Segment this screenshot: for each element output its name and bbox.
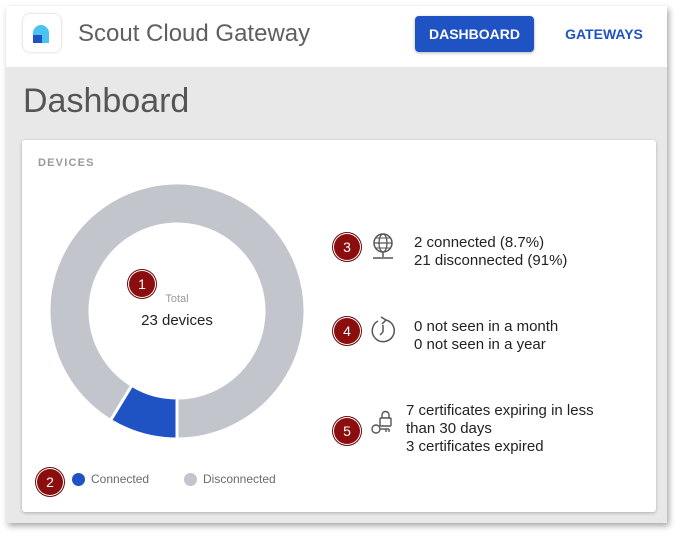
globe-network-icon bbox=[373, 233, 393, 259]
callout-marker-4: 4 bbox=[334, 318, 360, 344]
certs-expiring-line2: than 30 days bbox=[406, 420, 492, 437]
devices-card: DEVICES Total 23 devices 1 Connected Dis… bbox=[22, 140, 656, 512]
callout-marker-1: 1 bbox=[129, 271, 155, 297]
connected-count: 2 connected (8.7%) bbox=[414, 234, 545, 251]
callout-marker-2: 2 bbox=[37, 469, 63, 495]
page-title: Dashboard bbox=[23, 82, 190, 120]
top-bar: Scout Cloud Gateway DASHBOARD GATEWAYS bbox=[6, 6, 667, 67]
nav-gateways-button[interactable]: GATEWAYS bbox=[559, 16, 649, 52]
connectivity-stats: 2 connected (8.7%) 21 disconnected (91%) bbox=[414, 234, 567, 270]
not-seen-year: 0 not seen in a year bbox=[414, 336, 546, 353]
certificate-lock-icon bbox=[371, 410, 392, 434]
callout-marker-3: 3 bbox=[334, 234, 360, 260]
legend-item-connected[interactable]: Connected bbox=[72, 472, 149, 486]
certs-expiring-line1: 7 certificates expiring in less bbox=[406, 402, 594, 419]
connected-dot-icon bbox=[72, 472, 85, 486]
scout-logo-icon bbox=[33, 25, 49, 43]
last-seen-stats: 0 not seen in a month 0 not seen in a ye… bbox=[414, 318, 558, 354]
clock-history-icon bbox=[371, 316, 395, 343]
card-title: DEVICES bbox=[38, 157, 95, 169]
nav-dashboard-button[interactable]: DASHBOARD bbox=[415, 16, 534, 52]
not-seen-month: 0 not seen in a month bbox=[414, 318, 559, 335]
devices-donut-chart bbox=[49, 183, 305, 439]
app-title: Scout Cloud Gateway bbox=[78, 20, 311, 47]
legend-label-disconnected: Disconnected bbox=[203, 472, 276, 486]
donut-slice-disconnected[interactable] bbox=[49, 183, 305, 439]
legend-label-connected: Connected bbox=[91, 472, 150, 486]
disconnected-dot-icon bbox=[184, 472, 197, 486]
certs-expired: 3 certificates expired bbox=[406, 438, 544, 455]
callout-marker-5: 5 bbox=[334, 418, 360, 444]
certificate-stats: 7 certificates expiring in less than 30 … bbox=[406, 402, 594, 456]
app-logo[interactable] bbox=[23, 14, 61, 52]
legend-item-disconnected[interactable]: Disconnected bbox=[184, 472, 276, 486]
app-window: Scout Cloud Gateway DASHBOARD GATEWAYS D… bbox=[6, 6, 667, 523]
total-value: 23 devices bbox=[141, 312, 213, 329]
disconnected-count: 21 disconnected (91%) bbox=[414, 252, 568, 269]
